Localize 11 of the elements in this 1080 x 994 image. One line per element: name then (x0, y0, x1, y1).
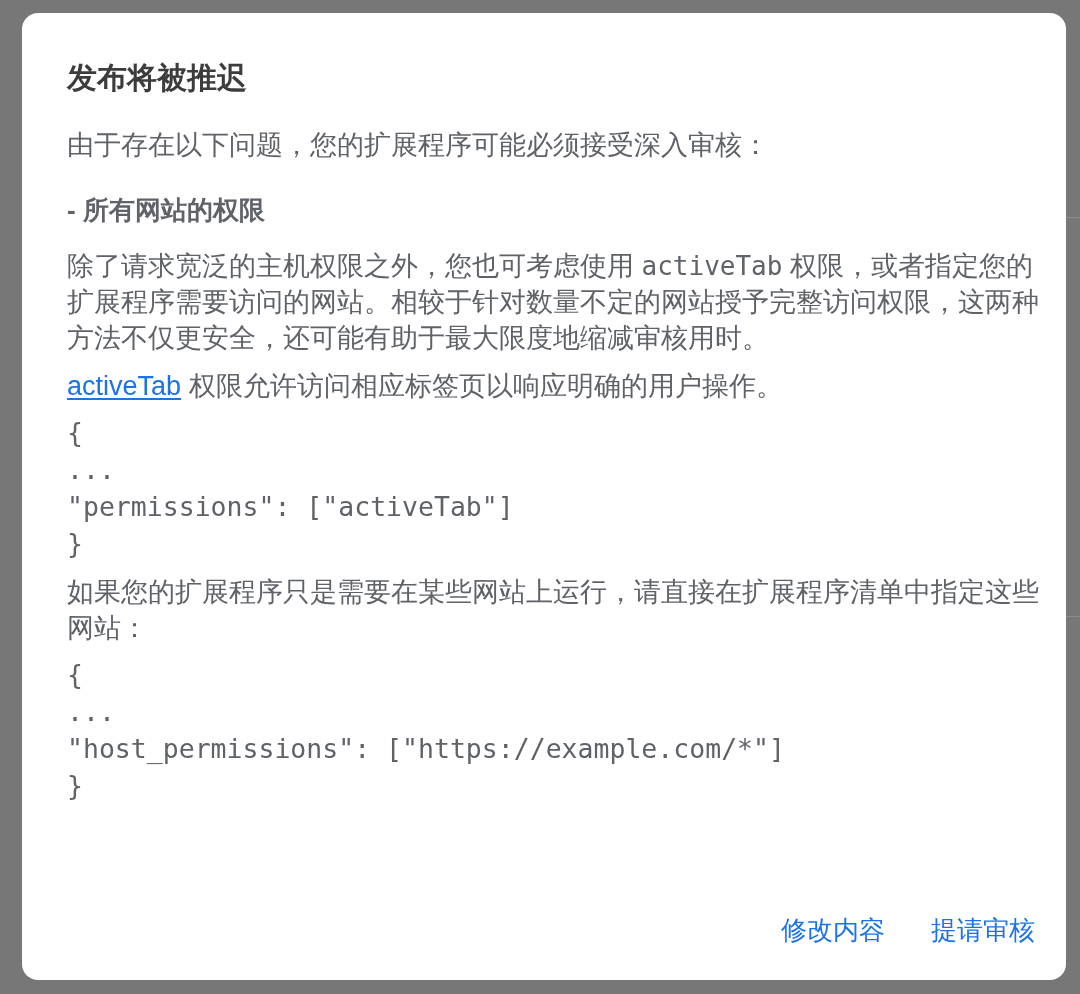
code-snippet: { ... "host_permissions": ["https://example.com/*"] } (67, 658, 785, 803)
body-paragraph: activeTab 权限允许访问相应标签页以响应明确的用户操作。 (67, 370, 784, 403)
body-paragraph: 除了请求宽泛的主机权限之外，您也可考虑使用 activeTab 权限，或者指定您的扩展程序需要访问的网站。相较于针对数量不定的网站授予完整访问权限，这两种方法不仅更安全，还可能有助于最大限度地缩减审核用时。 (67, 250, 1040, 355)
dialog-action-button[interactable]: 修改内容 (773, 906, 893, 954)
intro-text: 由于存在以下问题，您的扩展程序可能必须接受深入审核： (67, 129, 769, 162)
issue-heading: - 所有网站的权限 (67, 194, 265, 227)
dialog-title: 发布将被推迟 (67, 60, 247, 96)
body-paragraph: 如果您的扩展程序只是需要在某些网站上运行，请直接在扩展程序清单中指定这些网站： (67, 576, 1040, 645)
dialog-action-button[interactable]: 提请审核 (923, 906, 1043, 954)
inline-link[interactable]: activeTab (67, 371, 182, 401)
code-snippet: { ... "permissions": ["activeTab"] } (67, 416, 514, 561)
